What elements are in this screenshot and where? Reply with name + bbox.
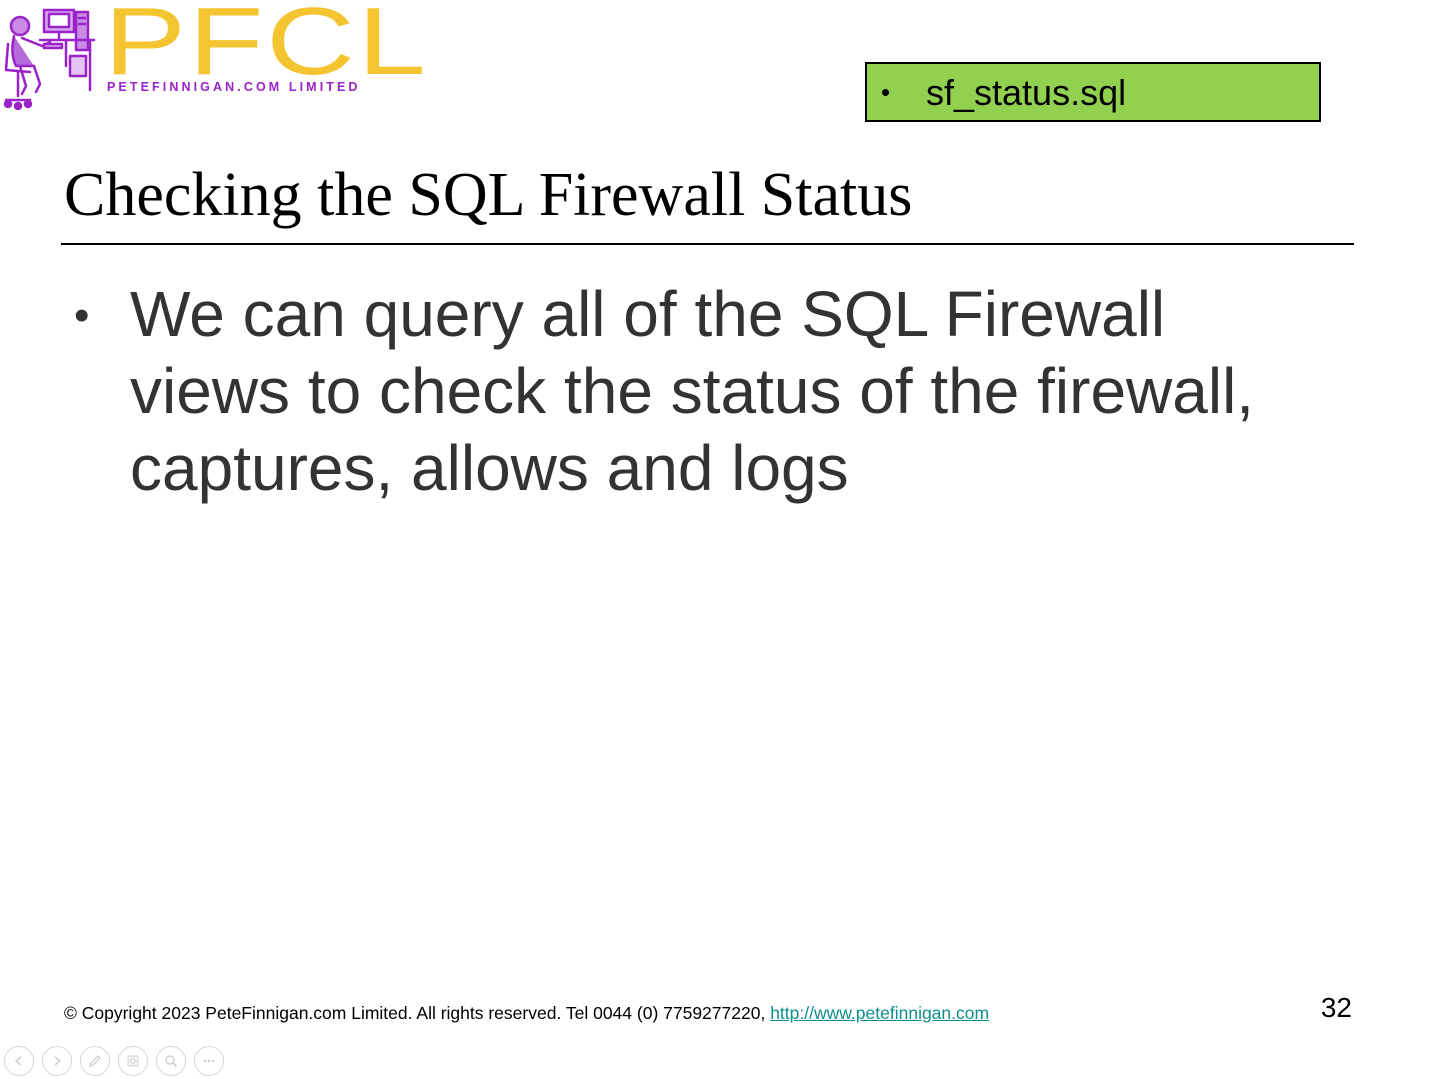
pen-icon[interactable] [80, 1046, 110, 1076]
copyright-text: © Copyright 2023 PeteFinnigan.com Limite… [64, 1003, 766, 1023]
file-bullet: • [881, 77, 891, 107]
title-divider [61, 243, 1354, 245]
slideshow-controls [4, 1046, 224, 1076]
logo-subtitle: PETEFINNIGAN.COM LIMITED [107, 80, 361, 94]
website-link[interactable]: http://www.petefinnigan.com [770, 1003, 989, 1023]
logo-letters: PFCL [104, 0, 429, 95]
bullet-marker: • [74, 291, 90, 340]
page-number: 32 [1320, 992, 1352, 1023]
slide-title: Checking the SQL Firewall Status [64, 161, 913, 229]
zoom-icon[interactable] [156, 1046, 186, 1076]
bullet-text: We can query all of the SQL Firewall vie… [130, 278, 1255, 504]
footer-copyright: © Copyright 2023 PeteFinnigan.com Limite… [64, 1002, 989, 1024]
person-at-computer-icon [3, 8, 96, 111]
script-filename: sf_status.sql [926, 72, 1127, 113]
previous-slide-icon[interactable] [4, 1046, 34, 1076]
script-filename-box: • sf_status.sql [865, 62, 1321, 122]
more-options-icon[interactable] [194, 1046, 224, 1076]
slides-grid-icon[interactable] [118, 1046, 148, 1076]
company-logo: PFCL PETEFINNIGAN.COM LIMITED [0, 0, 430, 115]
next-slide-icon[interactable] [42, 1046, 72, 1076]
